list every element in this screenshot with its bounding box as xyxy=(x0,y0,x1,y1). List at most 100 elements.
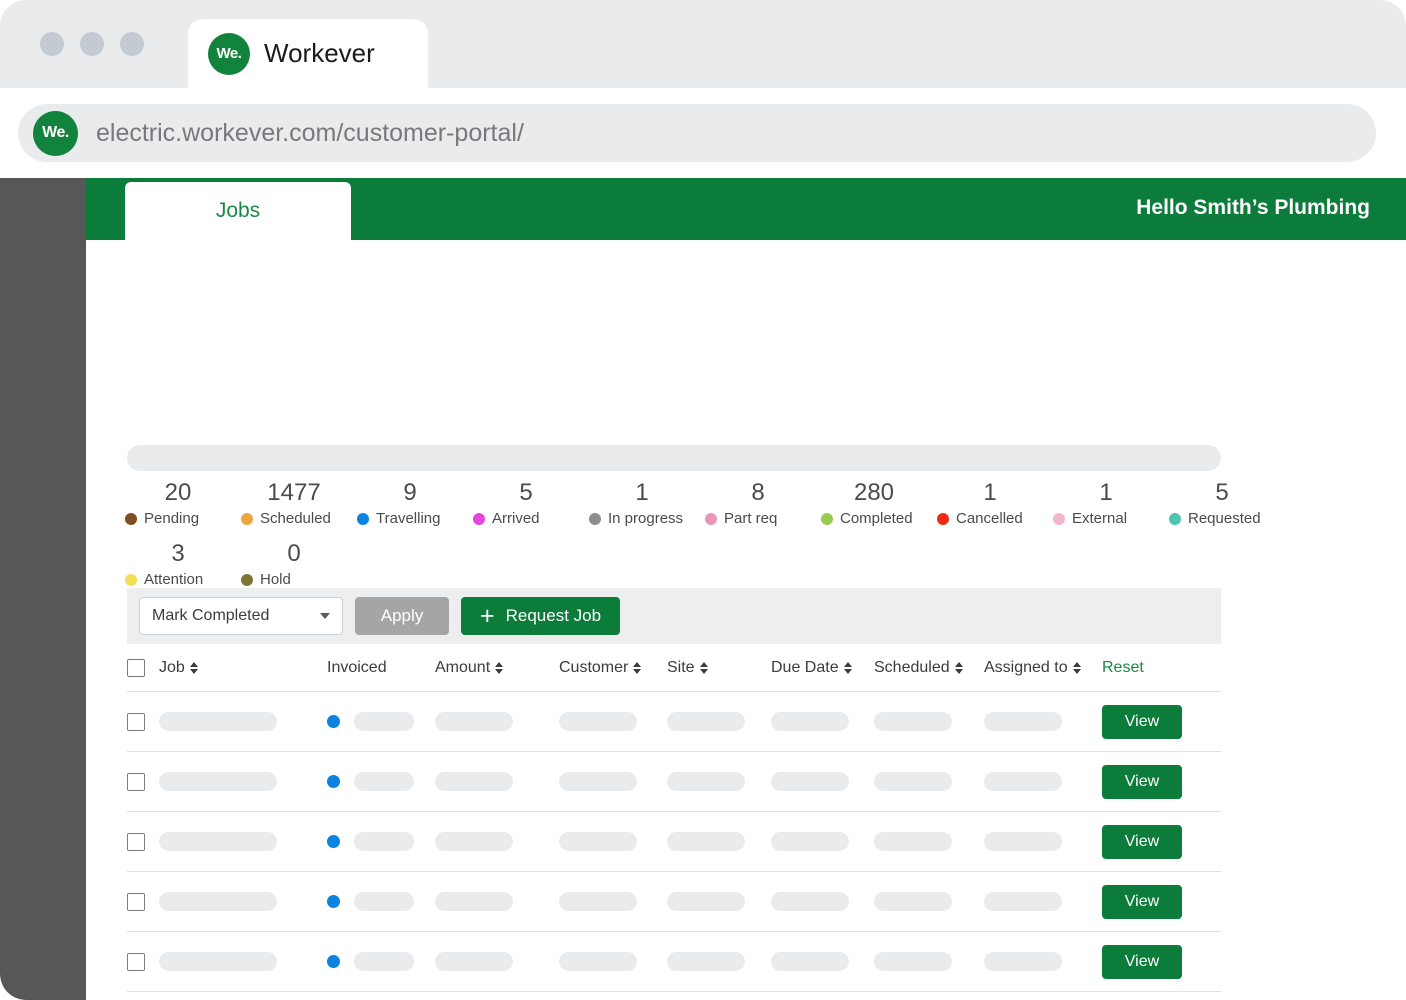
sort-arrows-icon[interactable] xyxy=(495,662,503,674)
table-row[interactable]: View xyxy=(127,992,1221,1000)
reset-filters-link[interactable]: Reset xyxy=(1102,659,1144,677)
status-cell-scheduled[interactable]: 1477Scheduled xyxy=(236,478,352,527)
status-label: External xyxy=(1072,510,1127,527)
minimize-window-dot[interactable] xyxy=(80,32,104,56)
sort-arrows-icon[interactable] xyxy=(844,662,852,674)
search-bar-placeholder[interactable] xyxy=(127,445,1221,471)
status-summary-grid: 20Pending1477Scheduled9 Travelling5Arrive… xyxy=(120,478,1320,600)
close-window-dot[interactable] xyxy=(40,32,64,56)
tab-jobs[interactable]: Jobs xyxy=(125,182,351,240)
cell-placeholder-wrap xyxy=(559,712,667,731)
row-select-checkbox[interactable] xyxy=(127,773,145,791)
status-dot-icon xyxy=(241,574,253,586)
sort-arrows-icon[interactable] xyxy=(633,662,641,674)
status-label-wrap: In progress xyxy=(584,510,700,527)
cell-placeholder xyxy=(984,952,1062,971)
cell-placeholder-wrap xyxy=(667,892,771,911)
row-select-cell xyxy=(127,713,159,731)
cell-placeholder xyxy=(771,832,849,851)
table-row[interactable]: View xyxy=(127,872,1221,932)
cell-placeholder-wrap xyxy=(435,712,559,731)
greeting-text: Hello Smith’s Plumbing xyxy=(1136,196,1370,220)
request-job-button[interactable]: + Request Job xyxy=(461,597,620,635)
status-cell-completed[interactable]: 280Completed xyxy=(816,478,932,527)
status-dot-icon xyxy=(705,513,717,525)
status-row: 20Pending1477Scheduled9 Travelling5Arrive… xyxy=(120,478,1320,527)
column-header-assigned-to[interactable]: Assigned to xyxy=(984,659,1102,677)
table-row[interactable]: View xyxy=(127,812,1221,872)
table-row[interactable]: View xyxy=(127,752,1221,812)
invoiced-status-cell xyxy=(327,772,435,791)
status-label: Pending xyxy=(144,510,199,527)
row-select-checkbox[interactable] xyxy=(127,893,145,911)
row-action-cell: View xyxy=(1102,705,1212,739)
row-action-cell: View xyxy=(1102,765,1212,799)
cell-placeholder-wrap xyxy=(667,952,771,971)
invoiced-status-cell xyxy=(327,952,435,971)
bulk-action-select[interactable]: Mark Completed xyxy=(139,597,343,635)
cell-placeholder xyxy=(354,772,414,791)
status-cell-in-progress[interactable]: 1In progress xyxy=(584,478,700,527)
cell-placeholder xyxy=(984,712,1062,731)
status-count: 1 xyxy=(1048,478,1164,508)
status-cell-travelling[interactable]: 9 Travelling xyxy=(352,478,468,527)
status-label: Requested xyxy=(1188,510,1261,527)
app-left-rail xyxy=(0,178,86,1000)
cell-placeholder xyxy=(559,892,637,911)
status-label-wrap: Travelling xyxy=(352,510,468,527)
status-label-wrap: Attention xyxy=(120,571,236,588)
status-label-wrap: Scheduled xyxy=(236,510,352,527)
column-header-text: Amount xyxy=(435,659,490,677)
address-bar[interactable]: We. electric.workever.com/customer-porta… xyxy=(18,104,1376,162)
status-label: Hold xyxy=(260,571,291,588)
cell-placeholder-wrap xyxy=(984,892,1102,911)
view-button[interactable]: View xyxy=(1102,885,1182,919)
view-button[interactable]: View xyxy=(1102,945,1182,979)
row-select-checkbox[interactable] xyxy=(127,833,145,851)
maximize-window-dot[interactable] xyxy=(120,32,144,56)
status-cell-requested[interactable]: 5Requested xyxy=(1164,478,1280,527)
column-header-label: Customer xyxy=(559,659,641,677)
cell-placeholder-wrap xyxy=(874,952,984,971)
status-cell-external[interactable]: 1 External xyxy=(1048,478,1164,527)
apply-button[interactable]: Apply xyxy=(355,597,449,635)
column-header-scheduled[interactable]: Scheduled xyxy=(874,659,984,677)
column-header-text: Assigned to xyxy=(984,659,1068,677)
status-dot-icon xyxy=(821,513,833,525)
table-row[interactable]: View xyxy=(127,932,1221,992)
column-header-amount[interactable]: Amount xyxy=(435,659,559,677)
table-row[interactable]: View xyxy=(127,692,1221,752)
status-cell-arrived[interactable]: 5Arrived xyxy=(468,478,584,527)
row-select-cell xyxy=(127,893,159,911)
status-count: 9 xyxy=(352,478,468,508)
browser-tab-workever[interactable]: We. Workever xyxy=(188,19,428,88)
cell-placeholder-wrap xyxy=(435,952,559,971)
invoiced-status-dot-icon xyxy=(327,715,340,728)
sort-arrows-icon[interactable] xyxy=(700,662,708,674)
status-count: 3 xyxy=(120,539,236,569)
view-button[interactable]: View xyxy=(1102,765,1182,799)
column-header-invoiced[interactable]: Invoiced xyxy=(327,659,435,677)
sort-arrows-icon[interactable] xyxy=(1073,662,1081,674)
column-header-site[interactable]: Site xyxy=(667,659,771,677)
select-all-checkbox[interactable] xyxy=(127,659,145,677)
column-header-customer[interactable]: Customer xyxy=(559,659,667,677)
status-cell-part-req[interactable]: 8Part req xyxy=(700,478,816,527)
status-dot-icon xyxy=(357,513,369,525)
status-cell-hold[interactable]: 0Hold xyxy=(236,539,352,588)
view-button[interactable]: View xyxy=(1102,705,1182,739)
sort-arrows-icon[interactable] xyxy=(190,662,198,674)
row-select-checkbox[interactable] xyxy=(127,953,145,971)
status-cell-attention[interactable]: 3 Attention xyxy=(120,539,236,588)
sort-arrows-icon[interactable] xyxy=(955,662,963,674)
row-select-checkbox[interactable] xyxy=(127,713,145,731)
column-header-due-date[interactable]: Due Date xyxy=(771,659,874,677)
status-row: 3 Attention0Hold xyxy=(120,539,1320,588)
column-header-job[interactable]: Job xyxy=(159,659,327,677)
status-cell-pending[interactable]: 20Pending xyxy=(120,478,236,527)
column-header-text: Site xyxy=(667,659,695,677)
column-header-label: Invoiced xyxy=(327,659,387,677)
row-select-cell xyxy=(127,773,159,791)
status-cell-cancelled[interactable]: 1Cancelled xyxy=(932,478,1048,527)
view-button[interactable]: View xyxy=(1102,825,1182,859)
